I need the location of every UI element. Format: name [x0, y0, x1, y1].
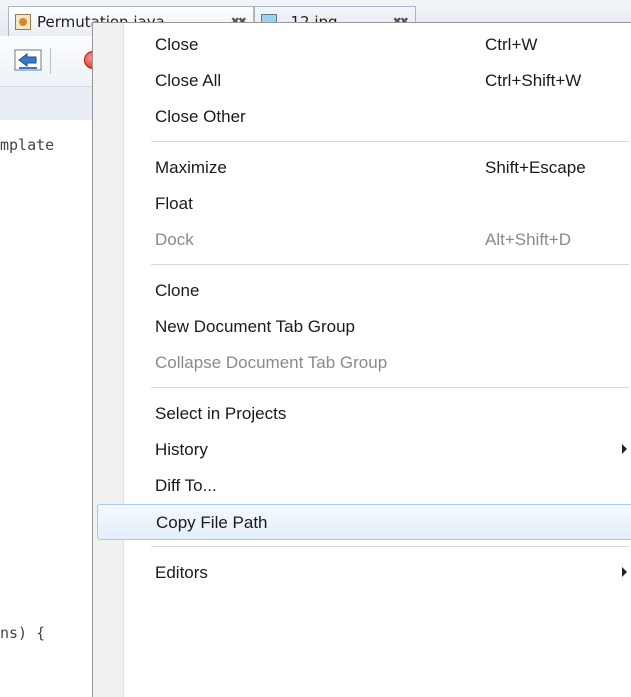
menu-item-maximize[interactable]: Maximize Shift+Escape	[97, 150, 631, 186]
menu-item-label: Maximize	[155, 158, 227, 177]
menu-item-collapse-document-tab-group: Collapse Document Tab Group	[97, 345, 631, 381]
menu-item-close-other[interactable]: Close Other	[97, 99, 631, 135]
menu-item-label: Collapse Document Tab Group	[155, 353, 388, 372]
menu-item-shortcut: Alt+Shift+D	[485, 230, 571, 249]
code-line: ns) {	[0, 624, 46, 642]
menu-item-dock: Dock Alt+Shift+D	[97, 222, 631, 258]
menu-item-diff-to[interactable]: Diff To...	[97, 468, 631, 504]
menu-separator	[151, 387, 629, 388]
code-line: mplate	[0, 136, 55, 154]
menu-separator	[151, 264, 629, 265]
menu-item-clone[interactable]: Clone	[97, 273, 631, 309]
menu-item-copy-file-path[interactable]: Copy File Path	[97, 504, 631, 540]
ide-window: Permutation.java ✖✖ _12.jpg ✖✖ mplate ns…	[0, 0, 631, 697]
menu-item-editors[interactable]: Editors	[97, 555, 631, 591]
submenu-arrow-icon	[622, 567, 627, 577]
menu-item-label: Float	[155, 194, 193, 213]
menu-item-label: Close Other	[155, 107, 246, 126]
menu-separator	[151, 546, 629, 547]
menu-item-close-all[interactable]: Close All Ctrl+Shift+W	[97, 63, 631, 99]
submenu-arrow-icon	[622, 444, 627, 454]
menu-item-select-in-projects[interactable]: Select in Projects	[97, 396, 631, 432]
menu-item-label: Diff To...	[155, 476, 217, 495]
menu-item-label: Dock	[155, 230, 194, 249]
menu-item-label: Close	[155, 35, 199, 54]
menu-item-close[interactable]: Close Ctrl+W	[97, 27, 631, 63]
menu-item-shortcut: Ctrl+Shift+W	[485, 71, 582, 90]
menu-item-history[interactable]: History	[97, 432, 631, 468]
menu-item-label: Editors	[155, 563, 208, 582]
menu-item-label: New Document Tab Group	[155, 317, 356, 336]
menu-item-shortcut: Ctrl+W	[485, 35, 538, 54]
menu-separator	[151, 141, 629, 142]
menu-item-label: Copy File Path	[156, 513, 268, 532]
menu-item-label: Clone	[155, 281, 200, 300]
menu-item-shortcut: Shift+Escape	[485, 158, 586, 177]
menu-item-label: Select in Projects	[155, 404, 287, 423]
menu-item-float[interactable]: Float	[97, 186, 631, 222]
menu-item-label: History	[155, 440, 208, 459]
tab-context-menu: Close Ctrl+W Close All Ctrl+Shift+W Close Ot…	[92, 22, 631, 697]
last-edit-icon[interactable]	[14, 47, 42, 73]
menu-item-label: Close All	[155, 71, 222, 90]
toolbar-separator	[50, 48, 51, 74]
java-file-icon	[15, 13, 31, 30]
menu-item-new-document-tab-group[interactable]: New Document Tab Group	[97, 309, 631, 345]
